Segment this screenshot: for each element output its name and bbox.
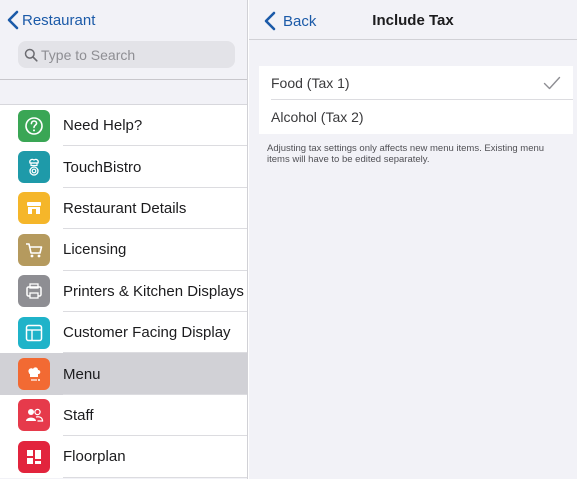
sidebar-item-restaurant-details[interactable]: Restaurant Details [0, 187, 247, 230]
storefront-icon [27, 202, 41, 215]
staff-icon-tile [18, 399, 50, 432]
sidebar-item-label: Staff [63, 406, 94, 424]
menu-icon-tile [18, 358, 50, 391]
sidebar-item-need-help[interactable]: Need Help? [0, 105, 247, 147]
sidebar-item-licensing[interactable]: Licensing [0, 229, 247, 271]
restaurant-details-icon-tile [18, 192, 50, 225]
sidebar-nav-bar: Restaurant [0, 0, 247, 80]
restaurant-back-label: Restaurant [22, 11, 96, 29]
staff-people-icon [26, 409, 44, 423]
floorplan-icon [27, 449, 41, 464]
settings-sidebar: Restaurant Need Help? TouchBistro Restau… [0, 0, 248, 479]
tax-option-alcohol[interactable]: Alcohol (Tax 2) [259, 100, 573, 134]
chevron-left-icon [7, 10, 19, 30]
tax-options-group: Food (Tax 1) Alcohol (Tax 2) [259, 66, 573, 134]
tax-footnote: Adjusting tax settings only affects new … [267, 143, 545, 165]
touchbistro-icon-tile [18, 151, 50, 184]
search-icon [24, 48, 38, 62]
sidebar-item-label: Need Help? [63, 117, 143, 135]
sidebar-spacer [0, 80, 247, 105]
detail-pane: Back Include Tax Food (Tax 1) Alcohol (T… [249, 0, 577, 479]
sidebar-item-label: Printers & Kitchen Displays [63, 282, 244, 300]
checkmark-icon [543, 76, 561, 90]
display-layout-icon [25, 324, 43, 341]
licensing-icon-tile [18, 233, 50, 266]
sidebar-item-label: Floorplan [63, 448, 126, 466]
sidebar-item-label: Customer Facing Display [63, 324, 231, 342]
sidebar-item-staff[interactable]: Staff [0, 394, 247, 437]
sidebar-item-customer-facing-display[interactable]: Customer Facing Display [0, 311, 247, 354]
sidebar-item-label: Menu [63, 365, 101, 383]
need-help-icon-tile [18, 109, 50, 142]
cart-icon [26, 243, 43, 258]
tax-option-label: Food (Tax 1) [271, 75, 350, 91]
search-bar[interactable] [18, 41, 235, 68]
floorplan-icon-tile [18, 440, 50, 473]
question-icon [25, 116, 43, 135]
sidebar-item-label: Restaurant Details [63, 199, 187, 217]
sidebar-item-printers[interactable]: Printers & Kitchen Displays [0, 270, 247, 313]
tax-option-food[interactable]: Food (Tax 1) [259, 66, 573, 100]
printer-icon [26, 283, 42, 299]
customer-display-icon-tile [18, 316, 50, 349]
search-input[interactable] [41, 46, 231, 63]
chef-hat-icon [28, 367, 41, 382]
detail-nav-bar: Back Include Tax [249, 0, 577, 40]
settings-list: Need Help? TouchBistro Restaurant Detail… [0, 105, 247, 478]
sidebar-item-label: TouchBistro [63, 158, 142, 176]
printers-icon-tile [18, 275, 50, 308]
sidebar-item-touchbistro[interactable]: TouchBistro [0, 146, 247, 189]
sidebar-item-menu[interactable]: Menu [0, 353, 247, 396]
page-title: Include Tax [372, 12, 454, 29]
sidebar-item-label: Licensing [63, 241, 127, 259]
restaurant-back-button[interactable]: Restaurant [6, 10, 95, 30]
tax-option-label: Alcohol (Tax 2) [271, 109, 364, 125]
touchbistro-chef-icon [29, 158, 39, 176]
sidebar-item-floorplan[interactable]: Floorplan [0, 436, 247, 478]
